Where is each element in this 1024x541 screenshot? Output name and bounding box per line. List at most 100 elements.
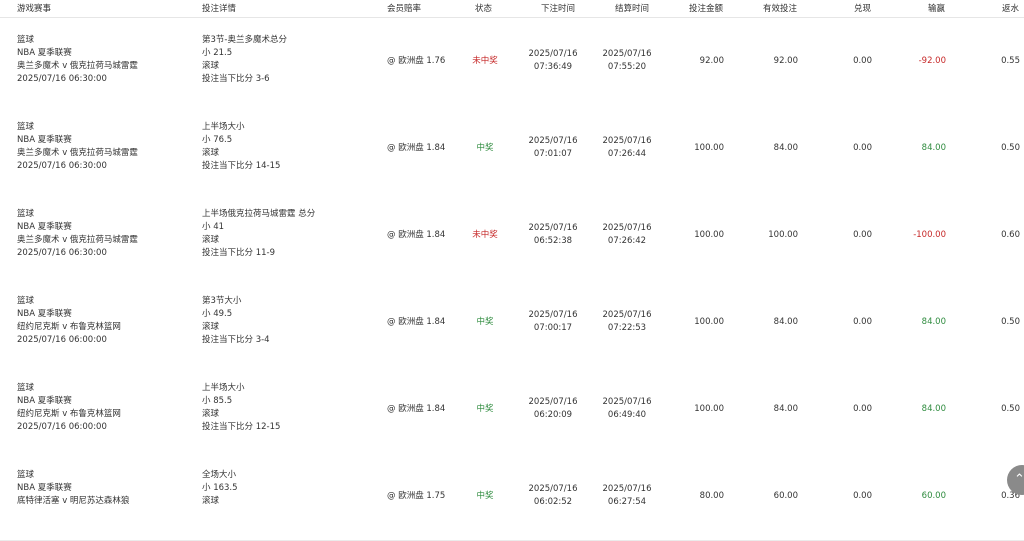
match-name: 底特律活塞 v 明尼苏达森林狼 [17,496,130,506]
win-loss: 60.00 [921,491,946,501]
odds: @ 欧洲盘 1.76 [387,56,446,66]
bet-clock: 07:36:49 [533,62,573,72]
score-at-bet: 投注当下比分 14-15 [202,161,281,171]
match-time: 2025/07/16 06:00:00 [17,335,107,345]
match-time [17,508,129,521]
bet-time: 2025/07/16 07:00:17 [520,309,586,335]
settle-clock: 06:49:40 [607,410,647,420]
match-name: 奥兰多魔术 v 俄克拉荷马城雷霆 [17,235,138,245]
game-info: 篮球 NBA 夏季联赛 纽约尼克斯 v 布鲁克林篮网 2025/07/16 06… [17,382,121,434]
market-name: 上半场大小 [202,122,245,132]
bet-date: 2025/07/16 [528,223,578,233]
match-name: 纽约尼克斯 v 布鲁克林篮网 [17,409,121,419]
selection: 小 85.5 [202,396,233,406]
settle-clock: 07:26:44 [607,149,647,159]
status-badge: 中奖 [476,404,494,414]
settle-date: 2025/07/16 [602,310,652,320]
rebate: 0.50 [1001,404,1020,414]
match-name: 奥兰多魔术 v 俄克拉荷马城雷霆 [17,61,138,71]
settle-time: 2025/07/16 07:22:53 [594,309,660,335]
bet-clock: 07:00:17 [533,323,573,333]
market-name: 第3节-奥兰多魔术总分 [202,35,287,45]
bet-clock: 06:52:38 [533,236,573,246]
status-badge: 未中奖 [472,56,498,66]
bet-date: 2025/07/16 [528,49,578,59]
match-time: 2025/07/16 06:30:00 [17,248,107,258]
odds: @ 欧洲盘 1.84 [387,143,446,153]
selection: 小 41 [202,222,225,232]
valid-bet: 84.00 [773,317,798,327]
bet-time: 2025/07/16 06:02:52 [520,483,586,509]
rebate: 0.55 [1001,56,1020,66]
bet-type: 滚球 [202,61,220,71]
league-name: NBA 夏季联赛 [17,222,72,232]
valid-bet: 100.00 [768,230,798,240]
market-name: 第3节大小 [202,296,242,306]
win-loss: -100.00 [913,230,946,240]
bet-type: 滚球 [202,496,220,506]
settle-date: 2025/07/16 [602,136,652,146]
bet-time: 2025/07/16 07:01:07 [520,135,586,161]
table-row: 篮球 NBA 夏季联赛 奥兰多魔术 v 俄克拉荷马城雷霆 2025/07/16 … [0,18,1024,106]
bet-detail: 全场大小 小 163.5 滚球 [202,469,238,521]
valid-bet: 84.00 [773,404,798,414]
score-at-bet: 投注当下比分 11-9 [202,248,275,258]
market-name: 上半场俄克拉荷马城雷霆 总分 [202,209,316,219]
sport-name: 篮球 [17,296,35,306]
league-name: NBA 夏季联赛 [17,135,72,145]
table-header: 游戏赛事 投注详情 会员赔率 状态 下注时间 结算时间 投注金额 有效投注 兑现… [0,0,1024,18]
header-settle-time: 结算时间 [615,4,650,14]
bet-type: 滚球 [202,409,220,419]
bet-type: 滚球 [202,322,220,332]
status-badge: 中奖 [476,143,494,153]
win-loss: 84.00 [921,143,946,153]
sport-name: 篮球 [17,470,35,480]
league-name: NBA 夏季联赛 [17,48,72,58]
rebate: 0.60 [1001,230,1020,240]
header-valid: 有效投注 [763,4,798,14]
match-name: 纽约尼克斯 v 布鲁克林篮网 [17,322,121,332]
rebate: 0.50 [1001,317,1020,327]
game-info: 篮球 NBA 夏季联赛 纽约尼克斯 v 布鲁克林篮网 2025/07/16 06… [17,295,121,347]
header-status: 状态 [475,4,493,14]
bet-clock: 06:20:09 [533,410,573,420]
cashout-value: 0.00 [853,230,872,240]
sport-name: 篮球 [17,209,35,219]
bet-detail: 第3节大小 小 49.5 滚球 投注当下比分 3-4 [202,295,270,347]
table-row: 篮球 NBA 夏季联赛 纽约尼克斯 v 布鲁克林篮网 2025/07/16 06… [0,366,1024,454]
bet-date: 2025/07/16 [528,136,578,146]
bet-amount: 100.00 [694,404,724,414]
table-row: 篮球 NBA 夏季联赛 纽约尼克斯 v 布鲁克林篮网 2025/07/16 06… [0,279,1024,367]
bet-amount: 80.00 [699,491,724,501]
game-info: 篮球 NBA 夏季联赛 奥兰多魔术 v 俄克拉荷马城雷霆 2025/07/16 … [17,34,138,86]
sport-name: 篮球 [17,35,35,45]
settle-clock: 07:26:42 [607,236,647,246]
game-info: 篮球 NBA 夏季联赛 奥兰多魔术 v 俄克拉荷马城雷霆 2025/07/16 … [17,121,138,173]
header-odds: 会员赔率 [387,4,422,14]
rebate: 0.50 [1001,143,1020,153]
valid-bet: 92.00 [773,56,798,66]
settle-clock: 07:55:20 [607,62,647,72]
odds: @ 欧洲盘 1.84 [387,230,446,240]
game-info: 篮球 NBA 夏季联赛 底特律活塞 v 明尼苏达森林狼 [17,469,129,521]
market-name: 上半场大小 [202,383,245,393]
win-loss: 84.00 [921,317,946,327]
bet-date: 2025/07/16 [528,397,578,407]
match-time: 2025/07/16 06:00:00 [17,422,107,432]
header-winloss: 输赢 [928,4,946,14]
table-row: 篮球 NBA 夏季联赛 奥兰多魔术 v 俄克拉荷马城雷霆 2025/07/16 … [0,192,1024,280]
bet-amount: 100.00 [694,317,724,327]
status-badge: 中奖 [476,317,494,327]
bet-amount: 100.00 [694,143,724,153]
valid-bet: 84.00 [773,143,798,153]
match-time: 2025/07/16 06:30:00 [17,74,107,84]
win-loss: -92.00 [918,56,946,66]
sport-name: 篮球 [17,122,35,132]
match-time: 2025/07/16 06:30:00 [17,161,107,171]
odds: @ 欧洲盘 1.84 [387,317,446,327]
market-name: 全场大小 [202,470,237,480]
bet-amount: 92.00 [699,56,724,66]
selection: 小 21.5 [202,48,233,58]
status-badge: 中奖 [476,491,494,501]
selection: 小 49.5 [202,309,233,319]
